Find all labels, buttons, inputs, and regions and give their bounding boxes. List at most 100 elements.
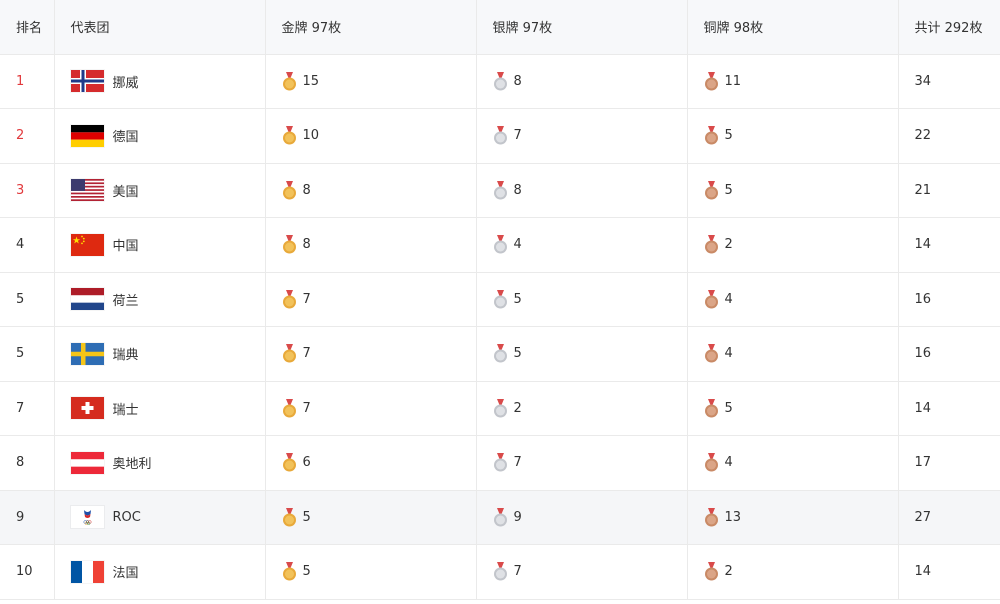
gold-medal-icon	[282, 71, 297, 91]
team-cell: 荷兰	[54, 272, 266, 327]
header-team: 代表团	[54, 0, 266, 55]
header-gold: 金牌 97枚	[265, 0, 477, 55]
total-cell: 16	[898, 326, 1000, 382]
rank-cell: 3	[0, 163, 55, 218]
table-row[interactable]: 1 挪威 15 8 11 34	[0, 54, 1000, 109]
silver-cell: 2	[476, 381, 688, 436]
country-name: 挪威	[112, 75, 139, 91]
bronze-cell: 5	[687, 381, 899, 436]
team-cell: ROC	[54, 490, 266, 545]
gold-cell: 5	[265, 544, 477, 600]
total-cell: 14	[898, 217, 1000, 273]
bronze-medal-icon	[704, 507, 719, 527]
header-silver: 银牌 97枚	[476, 0, 688, 55]
bronze-cell: 4	[687, 272, 899, 327]
table-row[interactable]: 3 美国 8 8 5 21	[0, 163, 1000, 218]
table-row[interactable]: 5 瑞典 7 5 4 16	[0, 326, 1000, 382]
gold-medal-icon	[282, 180, 297, 200]
silver-cell: 7	[476, 108, 688, 164]
gold-medal-icon	[282, 453, 297, 472]
medal-table: 排名 代表团 金牌 97枚 银牌 97枚 铜牌 98枚 共计 292枚 1 挪威…	[0, 0, 1000, 600]
total-cell: 34	[898, 54, 1000, 109]
total-cell: 17	[898, 435, 1000, 491]
usa-flag-icon	[70, 179, 104, 202]
header-bronze: 铜牌 98枚	[687, 0, 899, 55]
total-cell: 14	[898, 381, 1000, 436]
gold-cell: 7	[265, 381, 477, 436]
silver-medal-icon	[493, 289, 508, 309]
silver-cell: 4	[476, 217, 688, 273]
bronze-medal-icon	[704, 126, 719, 145]
silver-medal-icon	[493, 507, 508, 527]
rank-cell: 7	[0, 381, 55, 436]
gold-cell: 10	[265, 108, 477, 164]
netherlands-flag-icon	[70, 288, 104, 311]
bronze-cell: 4	[687, 326, 899, 382]
austria-flag-icon	[70, 451, 104, 474]
country-name: 奥地利	[112, 457, 152, 473]
bronze-cell: 2	[687, 544, 899, 600]
country-name: 瑞士	[112, 402, 139, 418]
bronze-medal-icon	[704, 289, 719, 309]
gold-medal-icon	[282, 344, 297, 363]
gold-cell: 8	[265, 163, 477, 218]
rank-cell: 5	[0, 272, 55, 327]
silver-medal-icon	[493, 453, 508, 472]
country-name: ROC	[112, 509, 141, 525]
country-name: 法国	[112, 566, 139, 582]
team-cell: 美国	[54, 163, 266, 218]
silver-medal-icon	[493, 562, 508, 581]
gold-cell: 5	[265, 490, 477, 545]
silver-medal-icon	[493, 126, 508, 145]
gold-medal-icon	[282, 126, 297, 145]
silver-medal-icon	[493, 71, 508, 91]
bronze-cell: 13	[687, 490, 899, 545]
team-cell: 奥地利	[54, 435, 266, 491]
table-row[interactable]: 4 中国 8 4 2 14	[0, 217, 1000, 273]
roc-flag-icon	[70, 506, 104, 529]
table-row[interactable]: 10 法国 5 7 2 14	[0, 544, 1000, 600]
header-total: 共计 292枚	[898, 0, 1000, 55]
bronze-medal-icon	[704, 235, 719, 254]
table-row[interactable]: 2 德国 10 7 5 22	[0, 108, 1000, 164]
germany-flag-icon	[70, 124, 104, 147]
bronze-cell: 5	[687, 163, 899, 218]
rank-cell: 8	[0, 435, 55, 491]
silver-cell: 9	[476, 490, 688, 545]
silver-medal-icon	[493, 398, 508, 418]
sweden-flag-icon	[70, 342, 104, 365]
rank-cell: 9	[0, 490, 55, 545]
silver-cell: 8	[476, 54, 688, 109]
rank-cell: 10	[0, 544, 55, 600]
team-cell: 德国	[54, 108, 266, 164]
rank-cell: 1	[0, 54, 55, 109]
team-cell: 瑞典	[54, 326, 266, 382]
bronze-medal-icon	[704, 562, 719, 581]
table-header-row: 排名 代表团 金牌 97枚 银牌 97枚 铜牌 98枚 共计 292枚	[0, 0, 1000, 55]
china-flag-icon	[70, 233, 104, 256]
gold-cell: 7	[265, 326, 477, 382]
table-row[interactable]: 7 瑞士 7 2 5 14	[0, 381, 1000, 436]
table-row[interactable]: 9 ROC 5 9 13 27	[0, 490, 1000, 545]
silver-medal-icon	[493, 180, 508, 200]
bronze-medal-icon	[704, 453, 719, 472]
table-row[interactable]: 5 荷兰 7 5 4 16	[0, 272, 1000, 327]
silver-medal-icon	[493, 235, 508, 254]
total-cell: 22	[898, 108, 1000, 164]
switzerland-flag-icon	[70, 397, 104, 420]
bronze-cell: 2	[687, 217, 899, 273]
team-cell: 挪威	[54, 54, 266, 109]
total-cell: 16	[898, 272, 1000, 327]
bronze-cell: 11	[687, 54, 899, 109]
rank-cell: 5	[0, 326, 55, 382]
france-flag-icon	[70, 560, 104, 583]
team-cell: 法国	[54, 544, 266, 600]
table-row[interactable]: 8 奥地利 6 7 4 17	[0, 435, 1000, 491]
norway-flag-icon	[70, 70, 104, 93]
team-cell: 瑞士	[54, 381, 266, 436]
gold-medal-icon	[282, 289, 297, 309]
gold-medal-icon	[282, 562, 297, 581]
silver-cell: 5	[476, 326, 688, 382]
bronze-medal-icon	[704, 398, 719, 418]
country-name: 荷兰	[112, 293, 139, 309]
